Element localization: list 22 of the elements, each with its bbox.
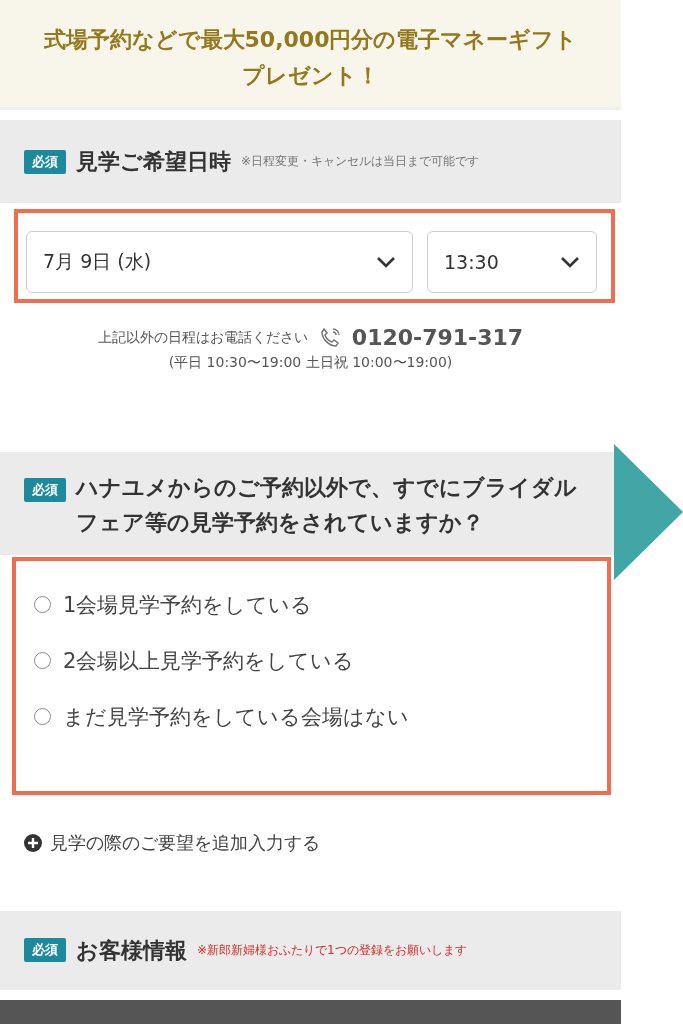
add-request-link[interactable]: 見学の際のご要望を追加入力する (24, 830, 320, 855)
next-arrow-icon (614, 444, 683, 580)
section-title: ハナユメからのご予約以外で、すでにブライダルフェア等の見学予約をされていますか？ (76, 474, 578, 538)
business-hours: (平日 10:30〜19:00 土日祝 10:00〜19:00) (168, 354, 453, 373)
radio-option[interactable]: 2会場以上見学予約をしている (34, 646, 589, 675)
section-note: ※日程変更・キャンセルは当日まで可能です (241, 153, 480, 171)
phone-number[interactable]: 0120-791-317 (351, 325, 524, 351)
promo-banner: 式場予約などで最大50,000円分の電子マネーギフトプレゼント！ (0, 0, 621, 110)
section-title: お客様情報 (76, 936, 187, 965)
radio-option[interactable]: 1会場見学予約をしている (34, 590, 589, 619)
chevron-down-icon (376, 256, 396, 269)
required-badge: 必須 (24, 478, 66, 503)
plus-circle-icon (24, 833, 42, 852)
date-select[interactable]: 7月 9日 (水) (26, 231, 413, 294)
radio-option[interactable]: まだ見学予約をしている会場はない (34, 702, 589, 731)
chevron-down-icon (560, 256, 580, 269)
section-title: 見学ご希望日時 (76, 148, 231, 176)
required-badge: 必須 (24, 938, 66, 963)
section-note: ※新郎新婦様おふたりで1つの登録をお願いします (197, 941, 467, 959)
time-select[interactable]: 13:30 (427, 231, 597, 294)
phone-lead: 上記以外の日程はお電話ください (97, 328, 308, 347)
required-badge: 必須 (24, 149, 66, 174)
